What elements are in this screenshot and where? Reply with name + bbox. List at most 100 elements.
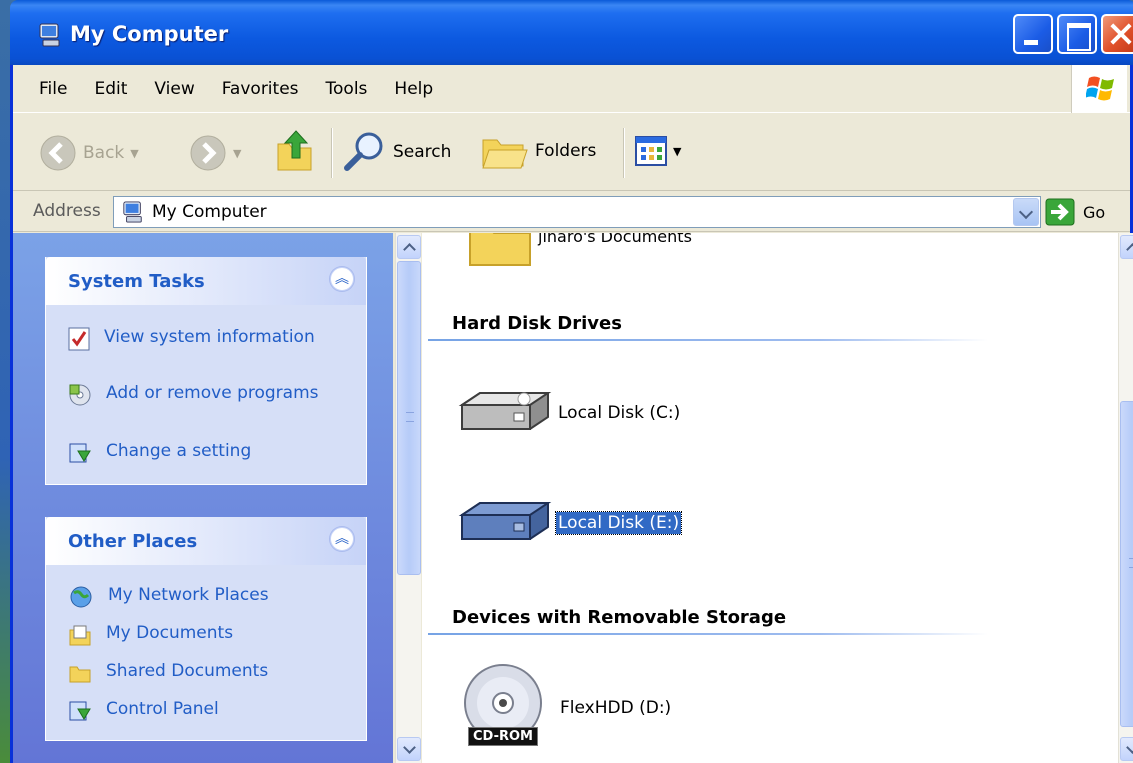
folders-label: Folders <box>535 141 597 161</box>
folder-icon <box>469 233 531 266</box>
drive-label: Local Disk (C:) <box>558 403 681 423</box>
go-arrow-icon <box>1045 198 1075 226</box>
up-folder-icon <box>277 130 312 171</box>
search-icon <box>344 132 383 171</box>
menu-bar: File Edit View Favorites Tools Help <box>13 65 1130 113</box>
views-dropdown-icon[interactable]: ▼ <box>673 145 681 158</box>
scroll-down-button[interactable] <box>397 737 421 761</box>
system-tasks-header[interactable]: System Tasks ︽ <box>46 257 366 305</box>
maximize-button[interactable] <box>1057 14 1097 54</box>
address-input[interactable]: My Computer <box>113 196 1041 228</box>
hard-drive-icon <box>458 502 552 540</box>
collapse-chevron-icon[interactable]: ︽ <box>330 267 354 291</box>
group-header-hard-disk-drives: Hard Disk Drives <box>452 313 622 334</box>
toolbar-separator <box>623 128 625 178</box>
my-computer-icon <box>123 201 142 223</box>
address-value: My Computer <box>152 202 267 222</box>
cd-rom-badge: CD-ROM <box>468 727 538 746</box>
drive-label: FlexHDD (D:) <box>560 698 672 718</box>
menu-tools[interactable]: Tools <box>326 79 368 99</box>
file-list-scrollbar[interactable] <box>1118 233 1133 763</box>
system-tasks-panel: System Tasks ︽ View system information A… <box>45 257 367 485</box>
window-title: My Computer <box>70 22 229 46</box>
task-label: Change a setting <box>106 441 252 461</box>
other-places-panel: Other Places ︽ My Network Places My Docu… <box>45 517 367 741</box>
up-folder-button[interactable] <box>275 128 317 174</box>
menu-help[interactable]: Help <box>394 79 433 99</box>
add-remove-programs-icon <box>69 384 91 406</box>
go-label: Go <box>1083 202 1106 222</box>
views-button[interactable]: ▼ <box>635 136 681 166</box>
other-places-title: Other Places <box>68 531 198 552</box>
control-panel-icon <box>69 443 91 463</box>
place-label: My Network Places <box>108 585 269 605</box>
control-panel-icon <box>69 701 91 721</box>
search-label: Search <box>393 142 452 162</box>
place-shared-documents[interactable]: Shared Documents <box>68 659 326 685</box>
group-header-removable-storage: Devices with Removable Storage <box>452 607 787 628</box>
place-label: Shared Documents <box>106 661 269 681</box>
standard-toolbar: Back ▼ ▼ Search Folders ▼ <box>13 114 1130 191</box>
other-places-header[interactable]: Other Places ︽ <box>46 517 366 565</box>
menu-edit[interactable]: Edit <box>94 79 127 99</box>
toolbar-separator <box>331 128 333 178</box>
task-pane: System Tasks ︽ View system information A… <box>13 233 393 763</box>
system-tasks-title: System Tasks <box>68 271 205 292</box>
scroll-up-button[interactable] <box>1120 235 1133 259</box>
task-add-remove-programs[interactable]: Add or remove programs <box>68 381 326 407</box>
folders-icon <box>482 139 528 169</box>
task-label: Add or remove programs <box>106 383 319 403</box>
hard-drive-icon <box>458 392 552 430</box>
go-button[interactable]: Go <box>1045 198 1105 226</box>
group-divider <box>428 339 988 341</box>
back-button[interactable]: Back ▼ <box>39 134 139 172</box>
drive-item-e[interactable]: Local Disk (E:) <box>456 497 683 549</box>
file-list: jiharo's Documents Hard Disk Drives Loca… <box>422 233 1118 763</box>
folder-item-partial[interactable]: jiharo's Documents <box>468 233 694 267</box>
back-dropdown-icon[interactable]: ▼ <box>130 147 138 160</box>
address-dropdown-button[interactable] <box>1013 198 1039 226</box>
place-my-documents[interactable]: My Documents <box>68 621 326 647</box>
forward-arrow-icon <box>190 135 226 171</box>
my-computer-icon <box>39 23 60 47</box>
place-control-panel[interactable]: Control Panel <box>68 697 326 723</box>
task-view-system-information[interactable]: View system information <box>68 325 324 351</box>
desktop-background <box>0 0 10 763</box>
scroll-up-button[interactable] <box>397 235 421 259</box>
place-label: Control Panel <box>106 699 219 719</box>
task-label: View system information <box>104 327 315 347</box>
views-icon <box>635 136 667 166</box>
windows-logo <box>1071 65 1127 113</box>
place-my-network-places[interactable]: My Network Places <box>68 583 328 609</box>
scroll-thumb[interactable] <box>1120 401 1133 727</box>
scroll-down-button[interactable] <box>1120 737 1133 761</box>
title-bar[interactable]: My Computer <box>10 0 1133 65</box>
menu-favorites[interactable]: Favorites <box>222 79 299 99</box>
explorer-window: My Computer File Edit View Favorites Too… <box>10 0 1133 763</box>
address-label: Address <box>33 201 101 221</box>
windows-flag-icon <box>1086 76 1114 101</box>
collapse-chevron-icon[interactable]: ︽ <box>330 527 354 551</box>
folder-icon <box>69 666 91 683</box>
back-label: Back <box>83 143 125 163</box>
forward-button[interactable]: ▼ <box>189 134 241 172</box>
address-bar: Address My Computer Go <box>13 192 1130 232</box>
drive-item-c[interactable]: Local Disk (C:) <box>456 387 682 439</box>
forward-dropdown-icon[interactable]: ▼ <box>233 147 241 160</box>
cd-rom-icon: CD-ROM <box>458 663 548 753</box>
menu-view[interactable]: View <box>154 79 194 99</box>
scroll-thumb[interactable] <box>397 261 421 575</box>
search-button[interactable]: Search <box>343 130 451 174</box>
drive-label: Local Disk (E:) <box>554 511 683 535</box>
folders-button[interactable]: Folders <box>479 130 596 172</box>
drive-item-d[interactable]: CD-ROM FlexHDD (D:) <box>458 663 673 753</box>
close-button[interactable] <box>1101 14 1133 54</box>
minimize-button[interactable] <box>1013 14 1053 54</box>
back-arrow-icon <box>40 135 76 171</box>
group-divider <box>428 633 988 635</box>
system-info-icon <box>68 327 90 351</box>
task-change-a-setting[interactable]: Change a setting <box>68 439 326 465</box>
place-label: My Documents <box>106 623 234 643</box>
task-pane-scrollbar[interactable] <box>395 233 421 763</box>
menu-file[interactable]: File <box>39 79 67 99</box>
